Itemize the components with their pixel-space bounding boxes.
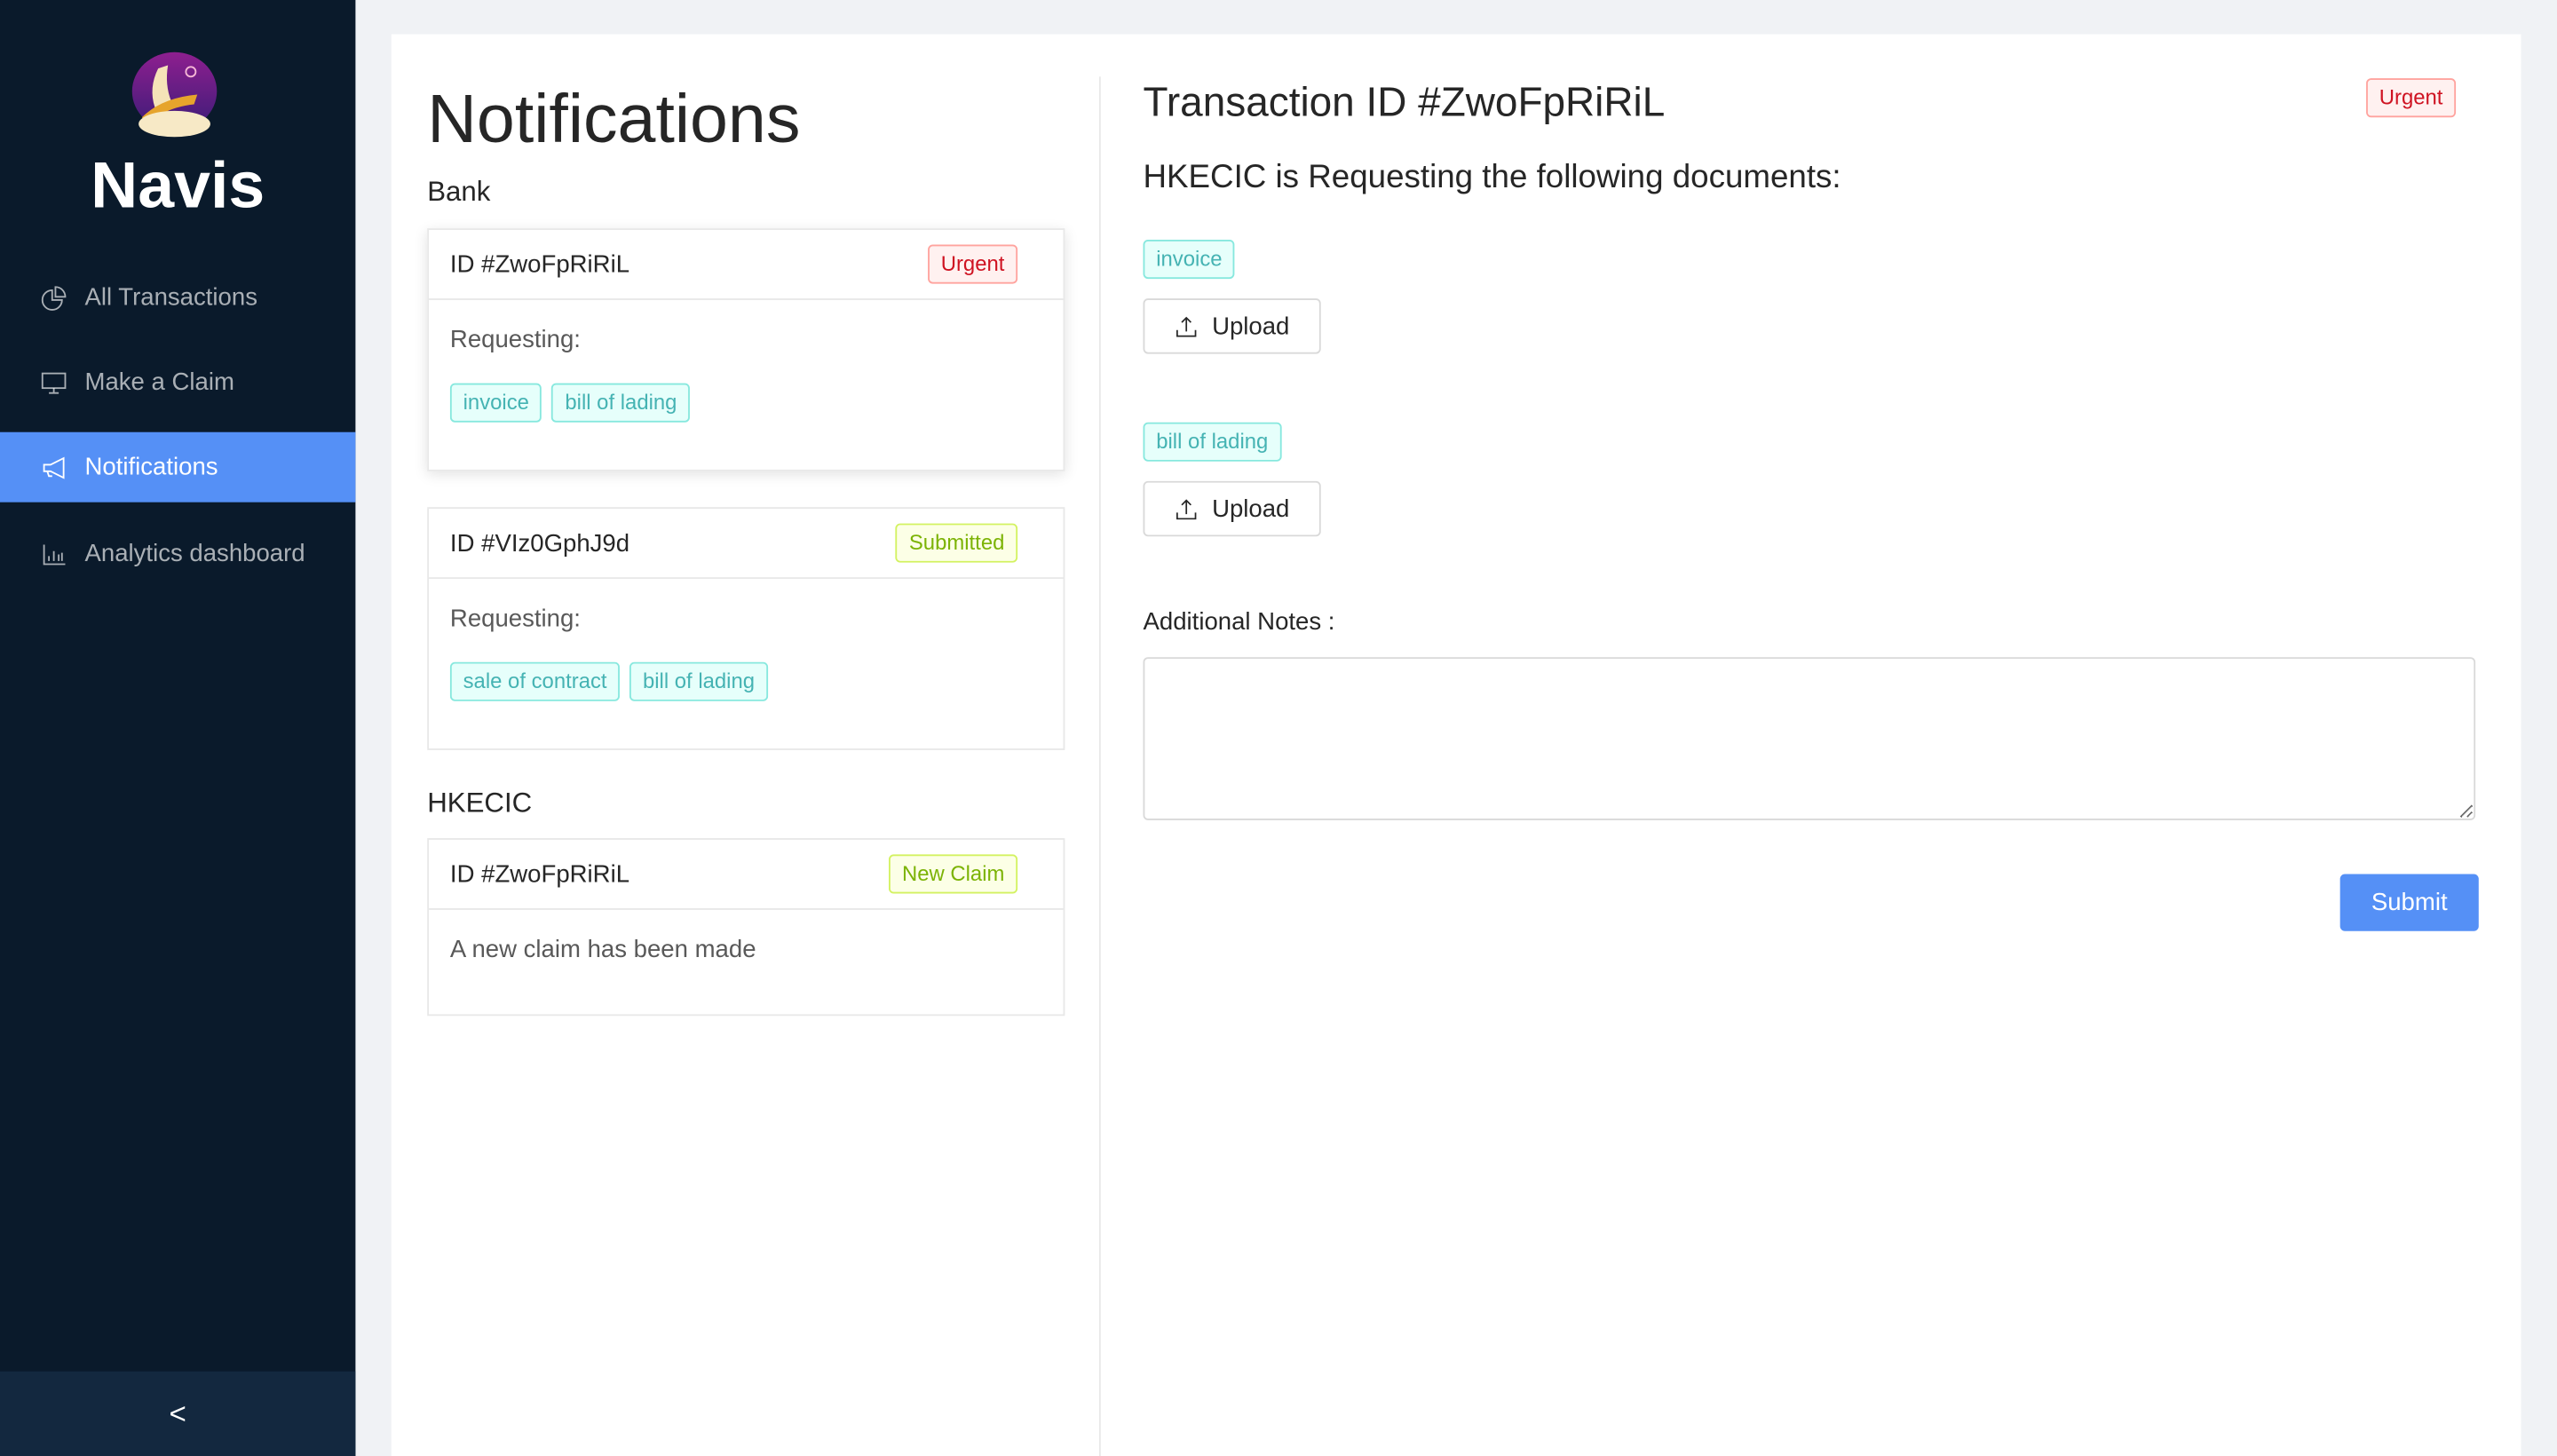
chevron-left-icon: < (169, 1397, 186, 1429)
notes-label-row: Additional Notes : (1143, 608, 1335, 637)
sidebar-item-label: Make a Claim (84, 368, 234, 397)
brand-name: Navis (91, 149, 265, 222)
document-tag: sale of contract (449, 661, 621, 701)
additional-notes-input[interactable] (1143, 657, 2476, 820)
sidebar: Navis All Transactions Make a Claim Noti… (0, 0, 356, 1456)
document-tag: invoice (1143, 239, 1236, 280)
detail-subtitle: HKECIC is Requesting the following docum… (1143, 159, 1841, 196)
upload-bill-of-lading-button[interactable]: Upload (1143, 480, 1321, 537)
sidebar-item-make-a-claim[interactable]: Make a Claim (0, 347, 355, 417)
requesting-label: Requesting: (449, 605, 581, 633)
document-tag: invoice (449, 383, 542, 423)
section-title-bank: Bank (427, 176, 491, 208)
sidebar-item-all-transactions[interactable]: All Transactions (0, 263, 355, 333)
divider (1098, 76, 1101, 1456)
bar-chart-icon (43, 543, 66, 565)
notification-card[interactable]: ID #VIz0GphJ9d Submitted Requesting: sale… (427, 507, 1065, 750)
upload-icon (1176, 315, 1197, 336)
sidebar-item-label: All Transactions (84, 283, 257, 312)
transaction-id: ID #VIz0GphJ9d (449, 529, 630, 558)
sidebar-item-label: Analytics dashboard (84, 539, 305, 568)
page-title: Notifications (427, 79, 801, 157)
navis-logo (131, 51, 218, 138)
notification-card[interactable]: ID #ZwoFpRiRiL Urgent Requesting: invoice… (427, 228, 1065, 471)
notification-card[interactable]: ID #ZwoFpRiRiL New Claim A new claim has … (427, 838, 1065, 1017)
section-title-hkecic: HKECIC (427, 787, 533, 819)
notes-label: Additional Notes (1143, 608, 1322, 637)
requesting-label: Requesting: (449, 326, 581, 354)
detail-title: Transaction ID #ZwoFpRiRiL (1143, 79, 1666, 126)
upload-invoice-button[interactable]: Upload (1143, 298, 1321, 354)
status-badge: Urgent (928, 244, 1018, 284)
main-content: Notifications Bank ID #ZwoFpRiRiL Urgent … (391, 34, 2521, 1456)
document-tag: bill of lading (1143, 422, 1282, 462)
transaction-id: ID #ZwoFpRiRiL (449, 859, 630, 889)
upload-label: Upload (1212, 312, 1290, 340)
collapse-sidebar-button[interactable]: < (0, 1371, 356, 1456)
notification-message: A new claim has been made (449, 936, 756, 964)
megaphone-icon (43, 455, 65, 479)
upload-label: Upload (1212, 495, 1290, 523)
desktop-icon (41, 371, 67, 393)
status-badge: Urgent (2366, 78, 2457, 118)
submit-button[interactable]: Submit (2339, 874, 2479, 931)
sidebar-item-notifications[interactable]: Notifications (0, 431, 356, 502)
sidebar-item-label: Notifications (84, 453, 218, 481)
upload-icon (1176, 498, 1197, 519)
status-badge: Submitted (896, 523, 1018, 563)
document-tag: bill of lading (629, 661, 768, 701)
status-badge: New Claim (889, 854, 1018, 894)
document-tag: bill of lading (551, 383, 691, 423)
transaction-id: ID #ZwoFpRiRiL (449, 249, 630, 279)
pie-chart-icon (41, 285, 67, 310)
sidebar-item-analytics-dashboard[interactable]: Analytics dashboard (0, 518, 355, 589)
